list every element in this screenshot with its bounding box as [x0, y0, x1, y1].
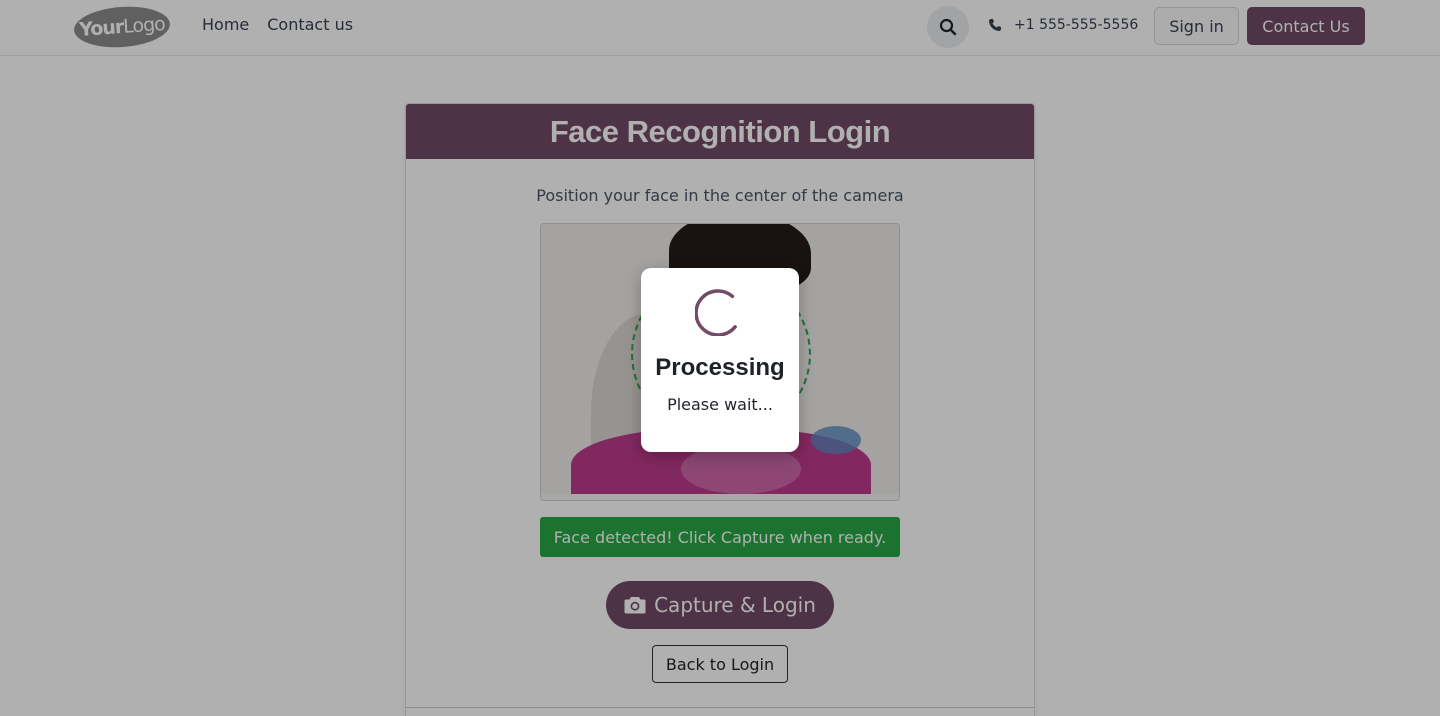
processing-dialog: Processing Please wait...	[641, 268, 799, 452]
dialog-subtitle: Please wait...	[667, 395, 773, 414]
dialog-title: Processing	[655, 354, 785, 381]
loading-spinner-icon	[695, 289, 737, 336]
